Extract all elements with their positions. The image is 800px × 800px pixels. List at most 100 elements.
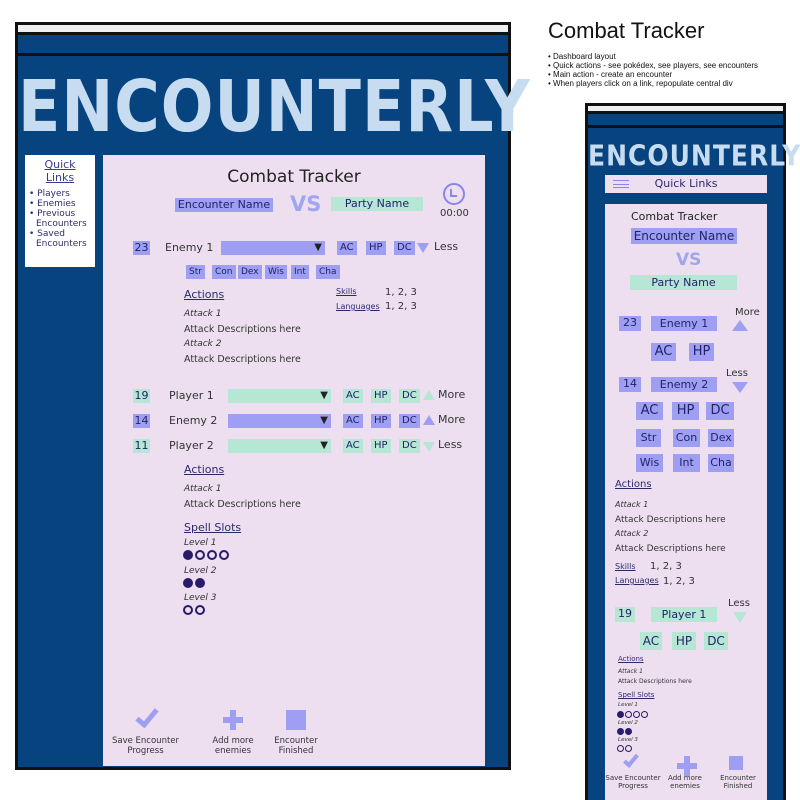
note-item: Main action - create an encounter — [548, 70, 758, 79]
more-toggle[interactable]: More — [438, 413, 465, 426]
add-label-line-1: Add more — [212, 736, 254, 746]
spell-slot-used[interactable] — [617, 728, 624, 735]
app-logo: ENCOUNTERLY — [588, 138, 800, 173]
actions-title: Actions — [618, 655, 644, 663]
spell-slot-open[interactable] — [641, 711, 648, 718]
quick-links-label: Quick Links — [654, 177, 718, 190]
skills-value: 1, 2, 3 — [385, 287, 417, 298]
stat-ac: AC — [651, 343, 676, 361]
spell-slot-used[interactable] — [195, 578, 205, 588]
add-label-line-2: enemies — [670, 782, 700, 790]
skills-label: Skills — [336, 287, 357, 296]
more-toggle[interactable]: More — [438, 388, 465, 401]
stop-icon[interactable] — [729, 756, 743, 770]
skills-label: Skills — [615, 562, 636, 571]
quick-link-previous-encounters[interactable]: Previous Encounters — [29, 209, 91, 229]
save-encounter-button[interactable]: Save Encounter Progress — [605, 774, 661, 790]
header-divider — [588, 125, 783, 128]
spell-slot-open[interactable] — [633, 711, 640, 718]
encounter-name-field[interactable]: Encounter Name — [175, 198, 273, 212]
attribute-con: Con — [212, 265, 236, 279]
spell-slot-open[interactable] — [625, 711, 632, 718]
save-label-line-1: Save Encounter — [111, 736, 180, 746]
quick-link-enemies[interactable]: Enemies — [29, 199, 91, 209]
encounter-finished-button[interactable]: Encounter Finished — [713, 774, 763, 790]
party-name-field[interactable]: Party Name — [630, 275, 737, 290]
quick-links-panel: Quick Links Players Enemies Previous Enc… — [25, 155, 95, 267]
expand-arrow-icon[interactable] — [732, 320, 748, 331]
combatant-name: Enemy 2 — [169, 414, 218, 427]
desktop-frame: ENCOUNTERLY Quick Links Players Enemies … — [15, 22, 530, 770]
spell-slot-open[interactable] — [183, 605, 193, 615]
quick-link-saved-encounters[interactable]: Saved Encounters — [29, 229, 91, 249]
less-toggle[interactable]: Less — [434, 240, 458, 253]
less-toggle[interactable]: Less — [728, 598, 750, 609]
combatant-dropdown[interactable] — [228, 414, 331, 428]
spell-level-3-label: Level 3 — [184, 593, 217, 603]
checkmark-icon[interactable] — [623, 751, 639, 768]
collapse-arrow-icon[interactable] — [417, 243, 429, 253]
expand-arrow-icon[interactable] — [423, 415, 435, 425]
initiative-badge: 14 — [133, 414, 150, 428]
encounter-finished-button[interactable]: Encounter Finished — [268, 736, 324, 756]
less-toggle[interactable]: Less — [726, 368, 748, 379]
combatant-dropdown[interactable] — [228, 389, 331, 403]
save-encounter-button[interactable]: Save Encounter Progress — [108, 736, 183, 756]
languages-value: 1, 2, 3 — [663, 576, 695, 587]
spell-slot-open[interactable] — [207, 550, 217, 560]
spell-slot-used[interactable] — [617, 711, 624, 718]
spell-slots-title: Spell Slots — [184, 521, 242, 534]
stat-hp: HP — [371, 439, 391, 453]
attack-2-description: Attack Descriptions here — [184, 354, 301, 365]
attribute-str: Str — [186, 265, 205, 279]
quick-links-bar[interactable]: Quick Links — [605, 175, 767, 193]
stop-icon[interactable] — [286, 710, 306, 730]
combatant-dropdown[interactable] — [221, 241, 325, 255]
collapse-arrow-icon[interactable] — [423, 442, 435, 452]
attribute-wis: Wis — [636, 454, 663, 472]
stat-ac: AC — [343, 439, 363, 453]
collapse-arrow-icon[interactable] — [733, 612, 747, 623]
plus-icon[interactable] — [223, 710, 243, 730]
combatant-dropdown[interactable] — [228, 439, 331, 453]
spell-slot-open[interactable] — [617, 745, 624, 752]
add-enemies-button[interactable]: Add more enemies — [203, 736, 263, 756]
collapse-arrow-icon[interactable] — [732, 382, 748, 393]
attack-1-description: Attack Descriptions here — [184, 324, 301, 335]
spell-slot-open[interactable] — [625, 745, 632, 752]
finish-label-line-2: Finished — [723, 782, 753, 790]
checkmark-icon[interactable] — [135, 703, 159, 729]
expand-arrow-icon[interactable] — [423, 390, 435, 400]
party-name-field[interactable]: Party Name — [331, 197, 423, 211]
encounter-name-field[interactable]: Encounter Name — [631, 228, 737, 244]
attack-1-description: Attack Descriptions here — [615, 515, 726, 525]
finish-label-line-1: Encounter — [720, 774, 756, 782]
more-toggle[interactable]: More — [735, 307, 760, 318]
combatant-name: Player 1 — [651, 607, 717, 622]
quick-link-players[interactable]: Players — [29, 189, 91, 199]
spell-level-2-label: Level 2 — [618, 720, 638, 726]
stat-ac: AC — [343, 414, 363, 428]
actions-title: Actions — [615, 479, 652, 490]
attack-1-description: Attack Descriptions here — [618, 678, 692, 685]
spell-slot-open[interactable] — [195, 550, 205, 560]
attribute-int: Int — [291, 265, 309, 279]
combat-tracker-panel: Combat Tracker Encounter Name VS Party N… — [605, 204, 767, 800]
spell-slot-used[interactable] — [183, 578, 193, 588]
stat-hp: HP — [672, 632, 696, 650]
stat-hp: HP — [689, 343, 714, 361]
clock-icon[interactable] — [443, 183, 465, 205]
spell-slots-level-3 — [183, 605, 205, 615]
notes-list: Dashboard layout Quick actions - see pok… — [548, 52, 758, 88]
stat-dc: DC — [706, 402, 734, 420]
spell-slot-open[interactable] — [195, 605, 205, 615]
less-toggle[interactable]: Less — [438, 438, 462, 451]
spell-level-2-label: Level 2 — [184, 566, 217, 576]
attribute-cha: Cha — [316, 265, 340, 279]
spell-slot-used[interactable] — [183, 550, 193, 560]
window-chrome — [18, 25, 508, 35]
add-enemies-button[interactable]: Add more enemies — [663, 774, 707, 790]
spell-slot-used[interactable] — [625, 728, 632, 735]
plus-icon[interactable] — [677, 756, 697, 776]
spell-slot-open[interactable] — [219, 550, 229, 560]
